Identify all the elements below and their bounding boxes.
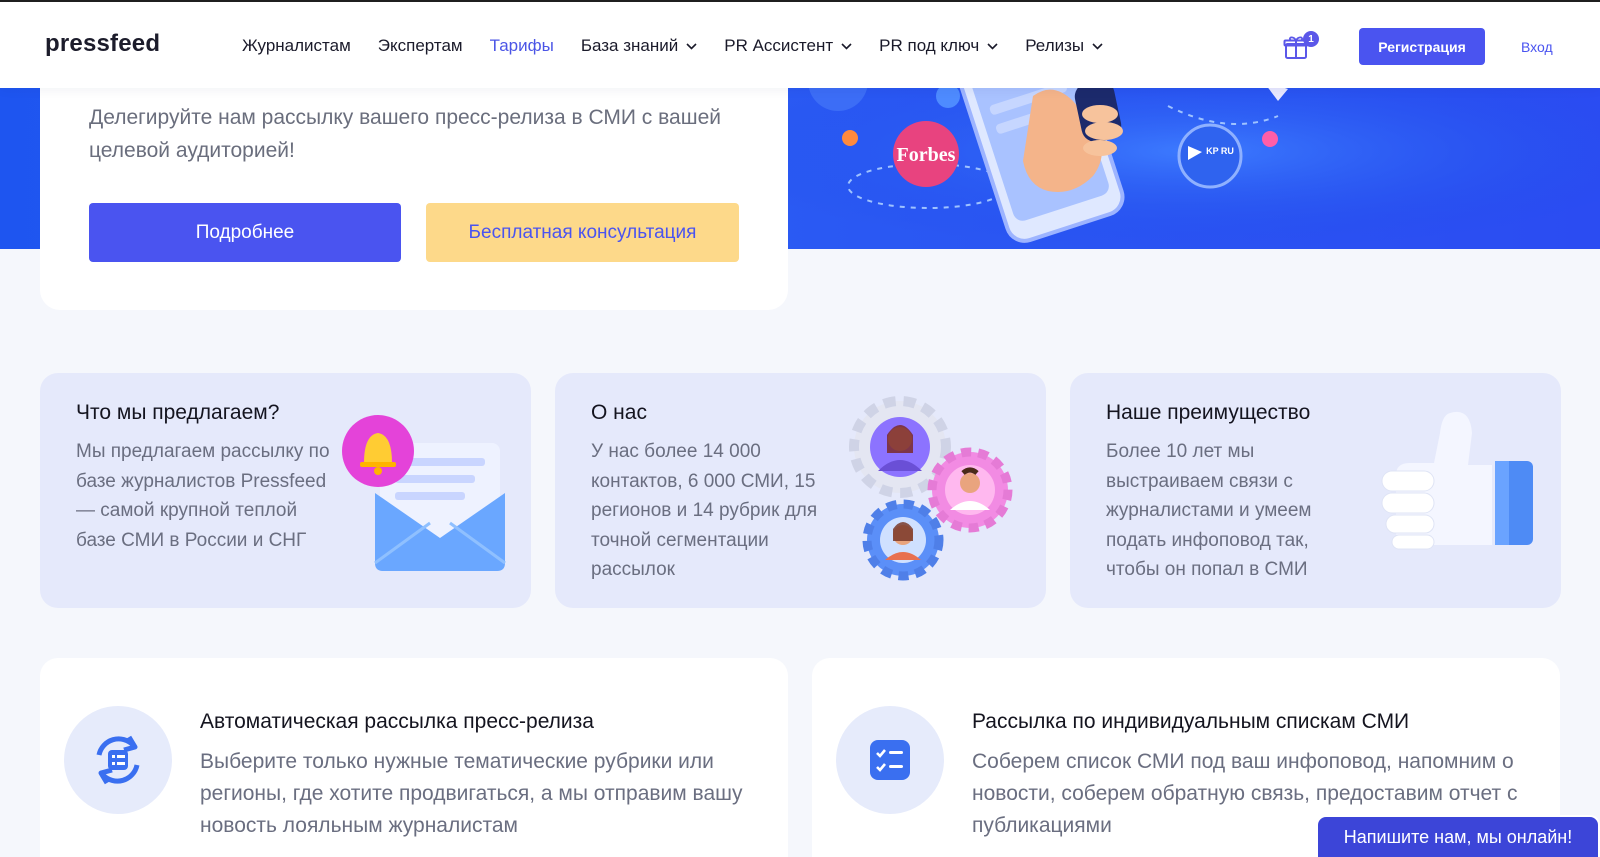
service-icon-circle <box>836 706 944 814</box>
feature-card-offer: Что мы предлагаем? Мы предлагаем рассылк… <box>40 373 531 608</box>
gift-count-badge: 1 <box>1303 31 1319 47</box>
nav-label: Релизы <box>1025 36 1085 55</box>
nav-label: PR Ассистент <box>724 36 834 55</box>
nav-releases[interactable]: Релизы <box>1025 36 1103 56</box>
chevron-down-icon <box>987 42 998 50</box>
feature-card-about: О нас У нас более 14 000 контактов, 6 00… <box>555 373 1046 608</box>
feature-text: Мы предлагаем рассылку по базе журналист… <box>76 441 330 551</box>
service-text: Выберите только нужные тематические рубр… <box>200 750 743 837</box>
auto-refresh-list-icon <box>96 735 140 785</box>
nav-pr-turnkey[interactable]: PR под ключ <box>879 36 998 56</box>
online-chat-button[interactable]: Напишите нам, мы онлайн! <box>1316 815 1600 857</box>
more-button[interactable]: Подробнее <box>89 203 401 262</box>
service-title: Рассылка по индивидуальным спискам СМИ <box>972 710 1410 733</box>
nav-pr-assistant[interactable]: PR Ассистент <box>724 36 852 56</box>
login-link[interactable]: Вход <box>1521 39 1553 55</box>
feature-title: Что мы предлагаем? <box>76 401 280 424</box>
hero-description: Делегируйте нам рассылку вашего пресс-ре… <box>89 106 721 162</box>
service-card-auto: Автоматическая рассылка пресс-релиза Выб… <box>40 658 788 857</box>
nav-label: Журналистам <box>242 36 351 55</box>
free-consultation-button[interactable]: Бесплатная консультация <box>426 203 739 262</box>
chevron-down-icon <box>841 42 852 50</box>
feature-card-advantage: Наше преимущество Более 10 лет мы выстра… <box>1070 373 1561 608</box>
logo[interactable]: pressfeed <box>45 30 160 58</box>
forbes-logo: Forbes <box>897 144 956 166</box>
service-icon-circle <box>64 706 172 814</box>
team-gears-icon <box>849 396 1013 581</box>
hero-illustration: Forbes KP RU <box>788 86 1600 249</box>
checklist-icon <box>870 740 910 780</box>
nav-tariffs[interactable]: Тарифы <box>490 36 554 56</box>
service-title: Автоматическая рассылка пресс-релиза <box>200 710 594 733</box>
chevron-down-icon <box>686 42 697 50</box>
feature-title: О нас <box>591 401 647 424</box>
feature-text: У нас более 14 000 контактов, 6 000 СМИ,… <box>591 441 818 580</box>
hero-card <box>40 60 788 310</box>
thumbs-up-icon <box>1381 411 1533 550</box>
main-nav: Журналистам Экспертам Тарифы База знаний… <box>242 36 1130 56</box>
nav-label: Тарифы <box>489 36 554 55</box>
nav-knowledge-base[interactable]: База знаний <box>581 36 697 56</box>
nav-experts[interactable]: Экспертам <box>378 36 463 56</box>
envelope-bell-icon <box>342 415 506 571</box>
kp-logo: KP RU <box>1206 146 1234 156</box>
hero-art-svg: Forbes KP RU <box>788 86 1600 249</box>
feature-text: Более 10 лет мы выстраиваем связи с журн… <box>1106 441 1312 580</box>
feature-title: Наше преимущество <box>1106 401 1311 424</box>
site-header: pressfeed Журналистам Экспертам Тарифы Б… <box>0 0 1600 88</box>
nav-label: PR под ключ <box>879 36 980 55</box>
nav-journalists[interactable]: Журналистам <box>242 36 351 56</box>
nav-label: Экспертам <box>377 36 463 55</box>
chevron-down-icon <box>1092 42 1103 50</box>
nav-label: База знаний <box>580 36 679 55</box>
register-button[interactable]: Регистрация <box>1359 28 1485 65</box>
